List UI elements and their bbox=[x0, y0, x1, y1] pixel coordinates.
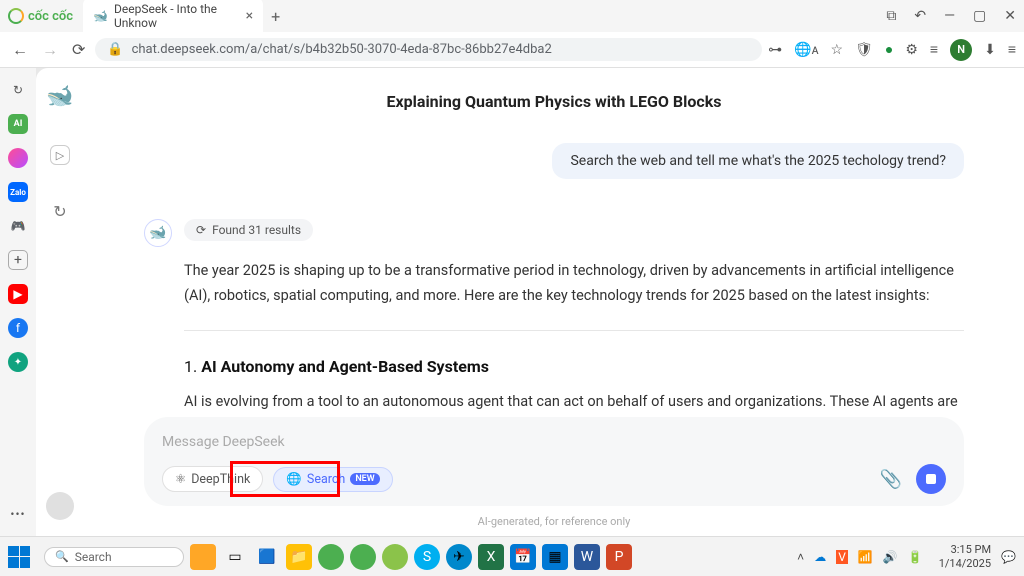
assistant-message: 🐋 Found 31 results The year 2025 is shap… bbox=[144, 219, 964, 440]
chat-main: Explaining Quantum Physics with LEGO Blo… bbox=[84, 68, 1024, 536]
task-view-icon[interactable]: ▭ bbox=[222, 544, 248, 570]
volume-icon[interactable]: 🔊 bbox=[883, 550, 898, 564]
user-message-bubble: Search the web and tell me what's the 20… bbox=[552, 143, 964, 179]
attach-icon[interactable]: 📎 bbox=[880, 469, 902, 490]
more-icon[interactable]: ••• bbox=[8, 504, 28, 524]
search-chip[interactable]: 🌐 Search NEW bbox=[273, 467, 392, 492]
profile-avatar[interactable]: N bbox=[950, 39, 972, 61]
app-green-icon[interactable] bbox=[350, 544, 376, 570]
browser-brand: cốc cốc bbox=[8, 8, 73, 24]
deepseek-page: 🐋 ▷ ↻ Explaining Quantum Physics with LE… bbox=[36, 68, 1024, 536]
add-app-icon[interactable]: + bbox=[8, 250, 28, 270]
minimize-button[interactable]: — bbox=[944, 8, 955, 24]
deepseek-sidebar: 🐋 ▷ ↻ bbox=[36, 68, 84, 536]
download-icon[interactable]: ⬇ bbox=[984, 42, 996, 58]
gamepad-icon[interactable]: 🎮 bbox=[8, 216, 28, 236]
tab-close-icon[interactable]: × bbox=[246, 8, 253, 24]
browser-title-bar: cốc cốc 🐋 DeepSeek - Into the Unknow × +… bbox=[0, 0, 1024, 32]
wifi-icon[interactable]: 📶 bbox=[858, 550, 873, 564]
bookmark-icon[interactable]: ☆ bbox=[831, 42, 844, 58]
new-tab-button[interactable]: + bbox=[271, 7, 280, 26]
calendar-icon[interactable]: 📅 bbox=[510, 544, 536, 570]
taskbar-clock[interactable]: 3:15 PM 1/14/2025 bbox=[939, 543, 991, 569]
lock-icon: 🔒 bbox=[107, 42, 123, 57]
os-sidebar: ↻ AI Zalo 🎮 + ▶ f ✦ ••• bbox=[0, 68, 36, 536]
zalo-icon[interactable]: Zalo bbox=[8, 182, 28, 202]
ai-icon[interactable]: AI bbox=[8, 114, 28, 134]
brand-icon bbox=[8, 8, 24, 24]
messenger-icon[interactable] bbox=[8, 148, 28, 168]
windows-taskbar: Search ▭ 🟦 📁 S ✈ X 📅 ▦ W P ˄ ☁ V 📶 🔊 🔋 3… bbox=[0, 536, 1024, 576]
new-chat-icon[interactable]: ↻ bbox=[50, 201, 70, 221]
message-composer: ⚛ DeepThink 🌐 Search NEW 📎 bbox=[144, 417, 964, 506]
assistant-avatar-icon: 🐋 bbox=[144, 219, 172, 247]
clock-time: 3:15 PM bbox=[939, 543, 991, 556]
browser-tab-active[interactable]: 🐋 DeepSeek - Into the Unknow × bbox=[83, 0, 263, 35]
youtube-icon[interactable]: ▶ bbox=[8, 284, 28, 304]
url-text: chat.deepseek.com/a/chat/s/b4b32b50-3070… bbox=[132, 42, 552, 57]
message-input[interactable] bbox=[162, 434, 946, 450]
stop-button[interactable] bbox=[916, 464, 946, 494]
back-button[interactable]: ← bbox=[8, 36, 32, 64]
forward-button: → bbox=[38, 36, 62, 64]
translate-icon[interactable]: 🌐ᴀ bbox=[794, 41, 818, 58]
facebook-icon[interactable]: f bbox=[8, 318, 28, 338]
tab-favicon-icon: 🐋 bbox=[93, 9, 108, 23]
tray-app-icon[interactable]: V bbox=[836, 550, 848, 564]
avatar-letter: N bbox=[957, 43, 965, 56]
reload-button[interactable]: ⟳ bbox=[68, 36, 89, 63]
tab-title: DeepSeek - Into the Unknow bbox=[114, 2, 238, 30]
battery-icon[interactable]: 🔋 bbox=[908, 550, 923, 564]
assistant-intro-text: The year 2025 is shaping up to be a tran… bbox=[184, 259, 964, 308]
tray-chevron-icon[interactable]: ˄ bbox=[797, 550, 804, 564]
start-button[interactable] bbox=[8, 546, 30, 568]
new-badge: NEW bbox=[350, 473, 379, 485]
address-bar: ← → ⟳ 🔒 chat.deepseek.com/a/chat/s/b4b32… bbox=[0, 32, 1024, 68]
separator bbox=[184, 330, 964, 331]
brand-text: cốc cốc bbox=[28, 9, 73, 24]
app-green2-icon[interactable] bbox=[382, 544, 408, 570]
shield-icon[interactable]: 🛡 bbox=[855, 42, 873, 58]
sort-icon[interactable]: ≡ bbox=[930, 41, 938, 58]
screenshot-icon[interactable]: ⧉ bbox=[886, 8, 896, 24]
menu-icon[interactable]: ≡ bbox=[1008, 41, 1016, 58]
copilot-icon[interactable]: 🟦 bbox=[254, 544, 280, 570]
onedrive-icon[interactable]: ☁ bbox=[814, 550, 826, 564]
close-window-button[interactable]: ✕ bbox=[1004, 8, 1016, 24]
excel-icon[interactable]: X bbox=[478, 544, 504, 570]
conversation-title: Explaining Quantum Physics with LEGO Blo… bbox=[144, 92, 964, 111]
history-icon[interactable]: ↻ bbox=[8, 80, 28, 100]
coccoc-taskbar-icon[interactable] bbox=[318, 544, 344, 570]
disclaimer-text: AI-generated, for reference only bbox=[84, 515, 1024, 528]
system-tray: ˄ ☁ V 📶 🔊 🔋 3:15 PM 1/14/2025 💬 bbox=[797, 543, 1016, 569]
taskbar-app-1[interactable] bbox=[190, 544, 216, 570]
clock-date: 1/14/2025 bbox=[939, 557, 991, 570]
telegram-icon[interactable]: ✈ bbox=[446, 544, 472, 570]
deepthink-chip[interactable]: ⚛ DeepThink bbox=[162, 466, 263, 492]
section-heading: AI Autonomy and Agent-Based Systems bbox=[184, 357, 964, 376]
key-icon[interactable]: ⊶ bbox=[768, 42, 782, 58]
word-icon[interactable]: W bbox=[574, 544, 600, 570]
skype-icon[interactable]: S bbox=[414, 544, 440, 570]
user-avatar[interactable] bbox=[46, 492, 74, 520]
powerpoint-icon[interactable]: P bbox=[606, 544, 632, 570]
search-label: Search bbox=[307, 472, 345, 487]
extension-circle-icon[interactable]: ● bbox=[885, 41, 893, 58]
extensions-icon[interactable]: ⚙ bbox=[905, 42, 918, 58]
globe-icon: 🌐 bbox=[286, 472, 302, 487]
deepseek-logo-icon[interactable]: 🐋 bbox=[46, 84, 73, 109]
notifications-icon[interactable]: 💬 bbox=[1001, 550, 1016, 564]
restore-nav-icon[interactable]: ↶ bbox=[914, 8, 926, 24]
maximize-button[interactable]: ▢ bbox=[973, 8, 986, 24]
atom-icon: ⚛ bbox=[175, 471, 186, 487]
deepthink-label: DeepThink bbox=[191, 472, 250, 487]
url-input[interactable]: 🔒 chat.deepseek.com/a/chat/s/b4b32b50-30… bbox=[95, 38, 762, 61]
search-results-pill[interactable]: Found 31 results bbox=[184, 219, 313, 241]
collapse-icon[interactable]: ▷ bbox=[50, 145, 70, 165]
app-blue-icon[interactable]: ▦ bbox=[542, 544, 568, 570]
chatgpt-icon[interactable]: ✦ bbox=[8, 352, 28, 372]
taskbar-search[interactable]: Search bbox=[44, 547, 184, 567]
file-explorer-icon[interactable]: 📁 bbox=[286, 544, 312, 570]
